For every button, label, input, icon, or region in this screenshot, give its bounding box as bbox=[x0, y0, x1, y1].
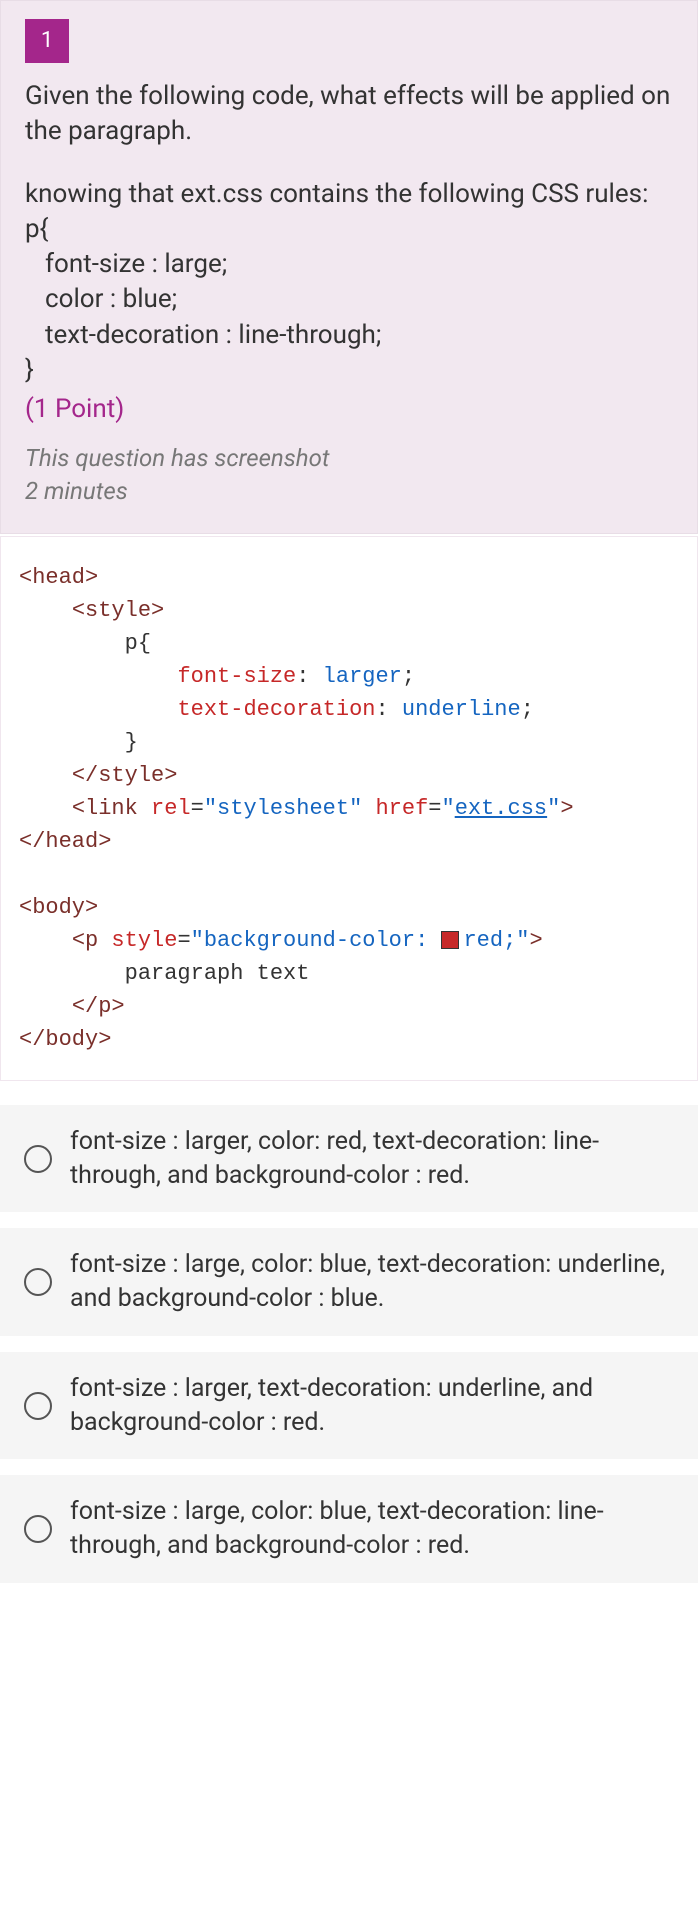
css-line-2: color : blue; bbox=[25, 282, 673, 317]
css-intro: knowing that ext.css contains the follow… bbox=[25, 177, 673, 212]
question-meta: This question has screenshot 2 minutes bbox=[25, 442, 673, 509]
code-href: ext.css bbox=[455, 796, 547, 821]
code-text: p{ bbox=[125, 631, 151, 656]
option-label: font-size : larger, color: red, text-dec… bbox=[70, 1125, 674, 1193]
radio-icon[interactable] bbox=[24, 1515, 52, 1543]
option-4[interactable]: font-size : large, color: blue, text-dec… bbox=[0, 1475, 698, 1583]
code-val: "stylesheet" bbox=[204, 796, 362, 821]
code-prop: font-size bbox=[177, 664, 296, 689]
option-3[interactable]: font-size : larger, text-decoration: und… bbox=[0, 1352, 698, 1460]
color-swatch-icon bbox=[441, 931, 459, 949]
code-text: } bbox=[125, 730, 138, 755]
meta-time: 2 minutes bbox=[25, 475, 673, 509]
code-tag: <style> bbox=[72, 598, 164, 623]
css-close: } bbox=[25, 353, 673, 388]
code-val: larger bbox=[323, 664, 402, 689]
code-tag: link bbox=[85, 796, 138, 821]
code-tag: <head> bbox=[19, 565, 98, 590]
code-prop: text-decoration bbox=[177, 697, 375, 722]
question-header: 1 Given the following code, what effects… bbox=[0, 0, 698, 534]
code-val: "background-color: bbox=[191, 928, 442, 953]
code-val: red;" bbox=[463, 928, 529, 953]
question-prompt: Given the following code, what effects w… bbox=[25, 79, 673, 149]
css-line-3: text-decoration : line-through; bbox=[25, 318, 673, 353]
code-tag: p bbox=[85, 928, 98, 953]
option-label: font-size : large, color: blue, text-dec… bbox=[70, 1248, 674, 1316]
code-attr: rel bbox=[151, 796, 191, 821]
css-open: p{ bbox=[25, 212, 673, 247]
option-label: font-size : larger, text-decoration: und… bbox=[70, 1372, 674, 1440]
option-1[interactable]: font-size : larger, color: red, text-dec… bbox=[0, 1105, 698, 1213]
code-text: paragraph text bbox=[125, 961, 310, 986]
code-tag: </head> bbox=[19, 829, 111, 854]
code-attr: href bbox=[375, 796, 428, 821]
radio-icon[interactable] bbox=[24, 1268, 52, 1296]
code-tag: <body> bbox=[19, 895, 98, 920]
code-val: underline bbox=[402, 697, 521, 722]
option-2[interactable]: font-size : large, color: blue, text-dec… bbox=[0, 1228, 698, 1336]
code-tag: </body> bbox=[19, 1027, 111, 1052]
question-points: (1 Point) bbox=[25, 394, 673, 424]
css-line-1: font-size : large; bbox=[25, 247, 673, 282]
radio-icon[interactable] bbox=[24, 1392, 52, 1420]
code-tag: </style> bbox=[72, 763, 178, 788]
code-screenshot: <head> <style> p{ font-size: larger; tex… bbox=[0, 536, 698, 1081]
meta-screenshot: This question has screenshot bbox=[25, 442, 673, 476]
options-list: font-size : larger, color: red, text-dec… bbox=[0, 1105, 698, 1583]
question-number: 1 bbox=[25, 19, 69, 63]
option-label: font-size : large, color: blue, text-dec… bbox=[70, 1495, 674, 1563]
code-tag: </p> bbox=[72, 994, 125, 1019]
radio-icon[interactable] bbox=[24, 1145, 52, 1173]
question-subtext: knowing that ext.css contains the follow… bbox=[25, 177, 673, 388]
code-attr: style bbox=[111, 928, 177, 953]
